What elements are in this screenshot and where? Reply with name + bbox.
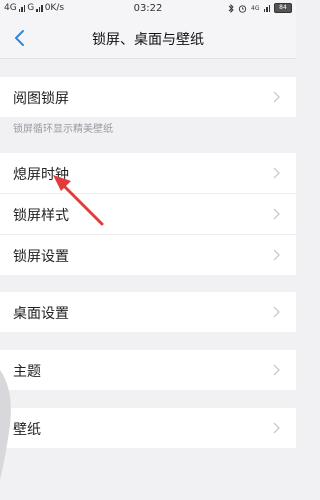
list-item-aod-clock[interactable]: 熄屏时钟 <box>0 153 296 194</box>
chevron-right-icon <box>273 167 280 179</box>
signal-icon-3 <box>263 4 270 12</box>
alarm-icon <box>238 4 247 13</box>
list-item-label: 熄屏时钟 <box>13 167 69 183</box>
bluetooth-icon <box>228 3 234 13</box>
network-type-label: 4G <box>251 4 260 12</box>
section-desktop: 桌面设置 <box>0 292 296 332</box>
section-lockscreen-magazine: 阅图锁屏 <box>0 77 296 117</box>
list-item-lockscreen-style[interactable]: 锁屏样式 <box>0 194 296 235</box>
list-item-label: 壁纸 <box>13 422 41 438</box>
list-item-theme[interactable]: 主题 <box>0 350 296 390</box>
status-bar: 4G G 0K/s 03:22 4G 84 <box>0 0 296 18</box>
list-item-label: 锁屏样式 <box>13 208 69 224</box>
battery-icon: 84 <box>274 3 292 13</box>
chevron-right-icon <box>273 306 280 318</box>
section-hint: 锁屏循环显示精美壁纸 <box>13 124 113 135</box>
section-lockscreen: 熄屏时钟 锁屏样式 锁屏设置 <box>0 153 296 275</box>
list-item-label: 主题 <box>13 364 41 380</box>
page-title: 锁屏、桌面与壁纸 <box>92 32 204 48</box>
chevron-right-icon <box>273 364 280 376</box>
chevron-right-icon <box>273 249 280 261</box>
list-item-wallpaper[interactable]: 壁纸 <box>0 408 296 448</box>
title-bar: 锁屏、桌面与壁纸 <box>0 18 296 59</box>
section-theme: 主题 <box>0 350 296 390</box>
section-wallpaper: 壁纸 <box>0 408 296 448</box>
chevron-right-icon <box>273 208 280 220</box>
chevron-right-icon <box>273 422 280 434</box>
list-item-desktop-settings[interactable]: 桌面设置 <box>0 292 296 332</box>
list-item-label: 桌面设置 <box>13 306 69 322</box>
status-right: 4G 84 <box>228 3 292 13</box>
list-item-lockscreen-settings[interactable]: 锁屏设置 <box>0 235 296 275</box>
list-item-lockscreen-magazine[interactable]: 阅图锁屏 <box>0 77 296 117</box>
list-item-label: 阅图锁屏 <box>13 91 69 107</box>
list-item-label: 锁屏设置 <box>13 249 69 265</box>
chevron-right-icon <box>273 91 280 103</box>
battery-level: 84 <box>279 4 287 11</box>
